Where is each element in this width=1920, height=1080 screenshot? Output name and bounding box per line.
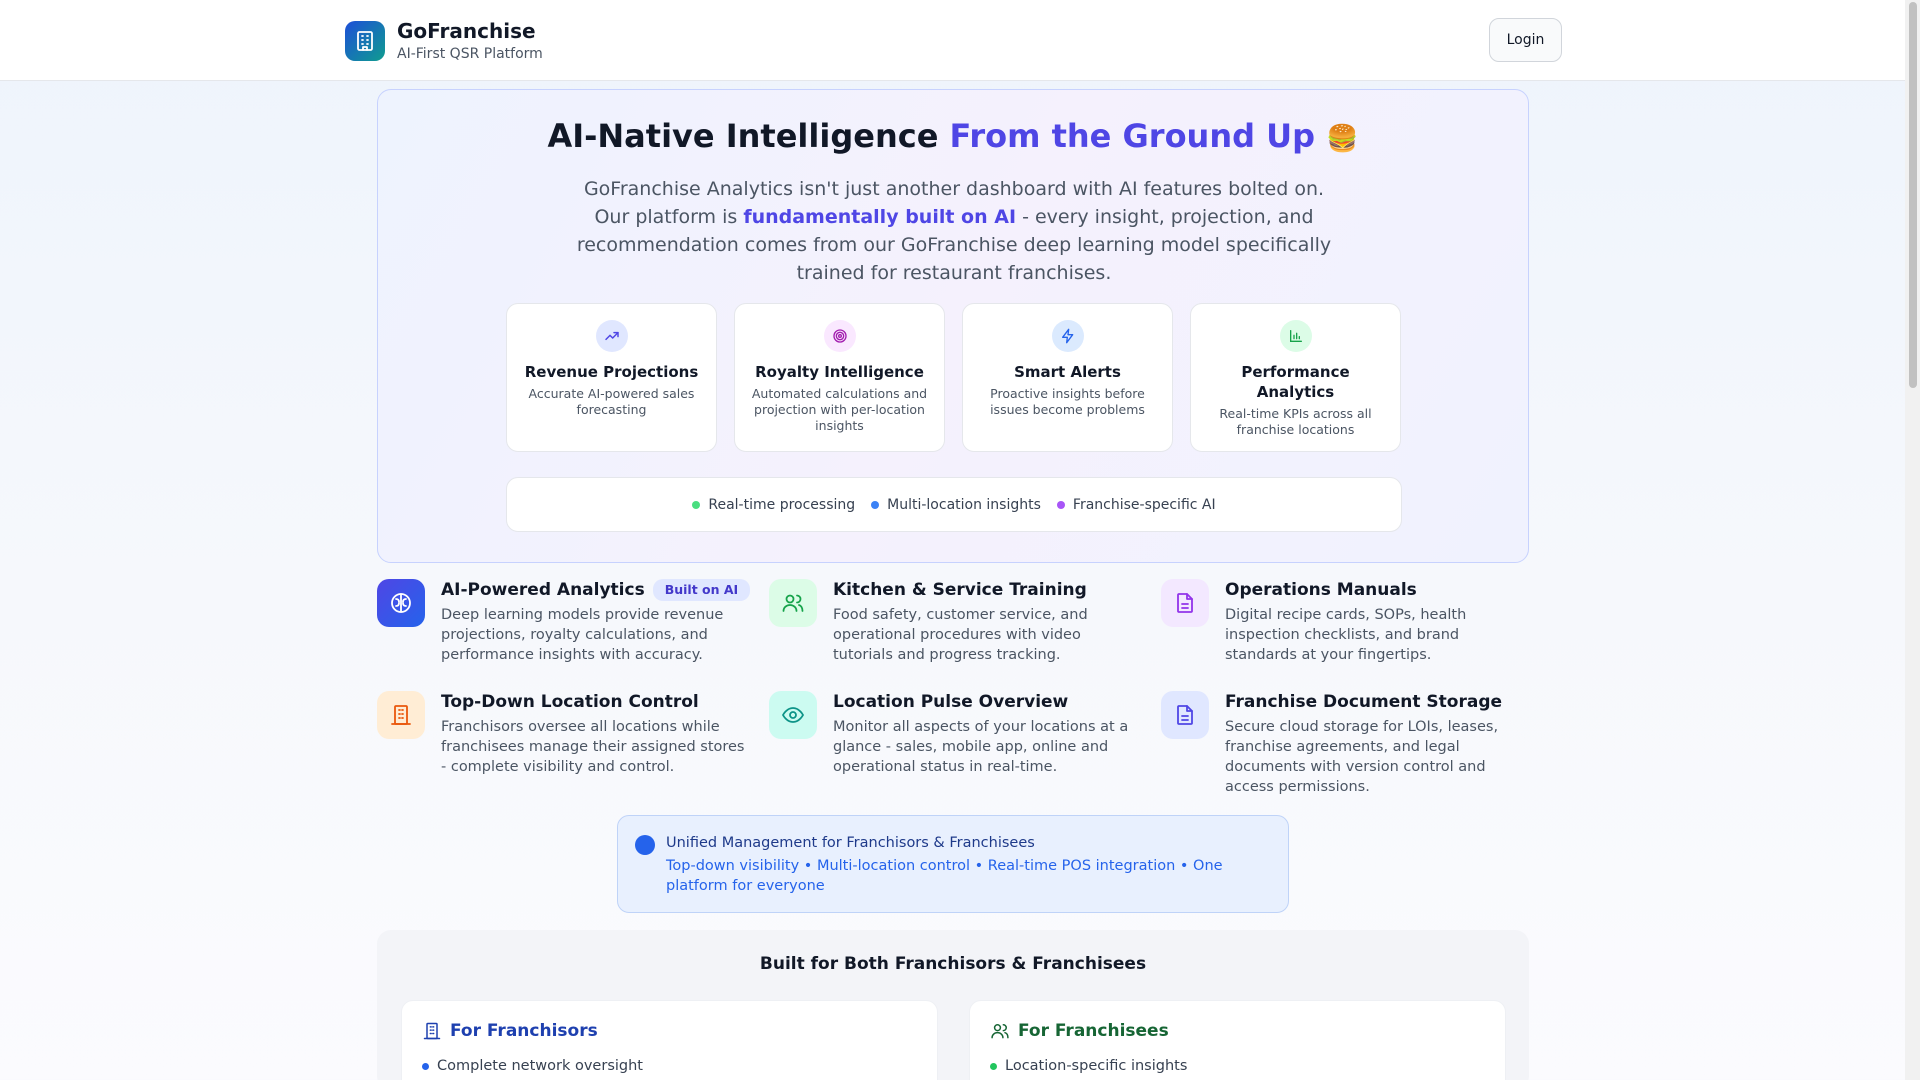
users-icon [769, 579, 817, 627]
unified-management-callout: Unified Management for Franchisors & Fra… [617, 815, 1289, 913]
bullet-dot [990, 1062, 997, 1070]
grid-item-description: Franchisors oversee all locations while … [441, 719, 745, 775]
grid-item-description: Digital recipe cards, SOPs, health inspe… [1225, 607, 1467, 663]
feature-title: Smart Alerts [1014, 363, 1121, 381]
users-icon [991, 1024, 1009, 1039]
built-on-ai-badge: Built on AI [652, 579, 751, 601]
status-dot [871, 500, 880, 509]
unified-title: Unified Management for Franchisors & Fra… [666, 835, 1035, 851]
chip-label: Franchise-specific AI [1072, 496, 1216, 513]
feature-title: Performance Analytics [1241, 363, 1350, 401]
info-dot-icon [635, 835, 655, 855]
franchisees-card: For Franchisees Location-specific insigh… [969, 1000, 1506, 1080]
feature-description: Accurate AI-powered sales forecasting [528, 386, 695, 417]
eye-icon [769, 691, 817, 739]
capability-chips: Real-time processing Multi-location insi… [506, 477, 1402, 532]
grid-item-description: Secure cloud storage for LOIs, leases, f… [1225, 719, 1499, 795]
vertical-scrollbar[interactable] [1905, 0, 1920, 1080]
hero-description: GoFranchise Analytics isn't just another… [574, 175, 1334, 287]
grid-item-description: Monitor all aspects of your locations at… [833, 719, 1129, 775]
chip-franchise-specific-ai: Franchise-specific AI [1056, 496, 1216, 513]
unified-description: Top-down visibility • Multi-location con… [666, 858, 1223, 894]
brain-icon [377, 579, 425, 627]
feature-card-royalty-intelligence[interactable]: Royalty Intelligence Automated calculati… [734, 303, 945, 452]
list-item-label: Location-specific insights [1005, 1058, 1188, 1074]
feature-card-performance-analytics[interactable]: Performance Analytics Real-time KPIs acr… [1190, 303, 1401, 452]
list-item-label: Complete network oversight [437, 1058, 643, 1074]
building-icon [423, 1022, 441, 1040]
franchisors-heading: For Franchisors [450, 1021, 598, 1041]
feature-card-revenue-projections[interactable]: Revenue Projections Accurate AI-powered … [506, 303, 717, 452]
target-icon [823, 320, 856, 352]
feature-description: Automated calculations and projection wi… [751, 386, 928, 433]
chip-multi-location-insights: Multi-location insights [871, 497, 1041, 513]
hero-title-accent: From the Ground Up [949, 117, 1316, 155]
bar-chart-icon [1279, 320, 1312, 352]
file-text-icon [1161, 579, 1209, 627]
hero-desc-highlight: fundamentally built on AI [743, 206, 1017, 228]
hero-feature-cards: Revenue Projections Accurate AI-powered … [506, 303, 1401, 452]
grid-item-title: Franchise Document Storage [1225, 692, 1503, 712]
building-logo-icon [345, 21, 385, 61]
login-button[interactable]: Login [1489, 18, 1562, 62]
grid-item-title: Kitchen & Service Training [833, 580, 1087, 600]
chip-real-time-processing: Real-time processing [692, 497, 855, 513]
hero-section: AI-Native Intelligence From the Ground U… [377, 89, 1529, 563]
list-item: Location-specific insights [990, 1058, 1187, 1074]
built-for-both-section: Built for Both Franchisors & Franchisees… [377, 930, 1529, 1080]
grid-item-title: Operations Manuals [1225, 580, 1417, 600]
feature-description: Proactive insights before issues become … [990, 386, 1145, 417]
trending-up-icon [595, 320, 628, 352]
feature-title: Revenue Projections [524, 363, 699, 381]
franchisors-card: For Franchisors Complete network oversig… [401, 1000, 938, 1080]
zap-icon [1051, 320, 1084, 352]
brand-name: GoFranchise [397, 19, 536, 43]
status-dot [692, 500, 701, 509]
franchisees-heading: For Franchisees [1018, 1021, 1169, 1041]
chip-label: Multi-location insights [887, 496, 1041, 513]
brand[interactable]: GoFranchise AI-First QSR Platform [345, 19, 543, 63]
list-item: Complete network oversight [422, 1058, 643, 1074]
grid-item-title: Location Pulse Overview [833, 692, 1069, 712]
hero-title: AI-Native Intelligence From the Ground U… [378, 116, 1528, 159]
top-navigation-bar: GoFranchise AI-First QSR Platform Login [0, 0, 1905, 81]
chip-label: Real-time processing [708, 496, 856, 513]
hero-title-main: AI-Native Intelligence [547, 117, 939, 155]
section-title: Built for Both Franchisors & Franchisees [759, 954, 1147, 974]
grid-item-description: Food safety, customer service, and opera… [833, 607, 1088, 663]
grid-item-description: Deep learning models provide revenue pro… [441, 607, 724, 663]
feature-title: Royalty Intelligence [755, 363, 924, 381]
status-dot [1056, 500, 1065, 509]
feature-card-smart-alerts[interactable]: Smart Alerts Proactive insights before i… [962, 303, 1173, 452]
bullet-dot [422, 1062, 429, 1070]
grid-item-title: AI-Powered Analytics [441, 580, 645, 600]
burger-icon: 🍔 [1326, 124, 1359, 154]
feature-description: Real-time KPIs across all franchise loca… [1219, 406, 1372, 437]
brand-tagline: AI-First QSR Platform [397, 46, 543, 62]
grid-item-title: Top-Down Location Control [441, 692, 699, 712]
building-icon [377, 691, 425, 739]
document-icon [1161, 691, 1209, 739]
scrollbar-thumb[interactable] [1909, 2, 1917, 388]
